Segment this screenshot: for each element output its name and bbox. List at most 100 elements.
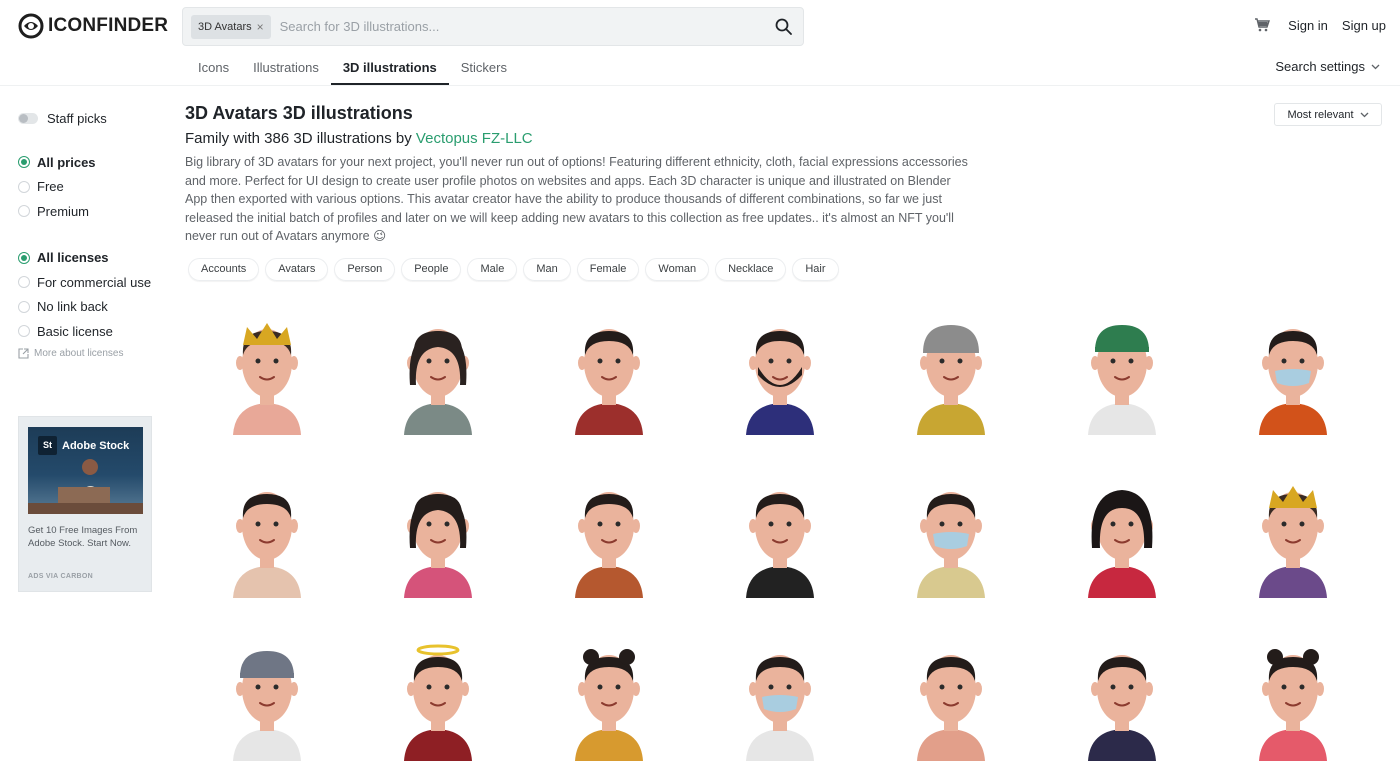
- radio-label: Free: [37, 179, 64, 195]
- search-icon: [775, 18, 792, 35]
- tag-chip[interactable]: People: [401, 257, 462, 281]
- radio-button[interactable]: [18, 325, 30, 338]
- avatar-illustration[interactable]: [1218, 626, 1368, 767]
- logo-text: ICONFINDER: [48, 15, 169, 36]
- search-input[interactable]: [279, 19, 763, 34]
- avatar-illustration[interactable]: [363, 463, 513, 613]
- tag-chip[interactable]: Female: [576, 257, 640, 281]
- avatar-illustration[interactable]: [534, 463, 684, 613]
- avatar-image: [575, 492, 643, 598]
- radio-no-link-back[interactable]: No link back: [18, 295, 168, 320]
- radio-label: Premium: [37, 203, 90, 219]
- avatar-illustration[interactable]: [1218, 463, 1368, 613]
- avatar-illustration[interactable]: [876, 463, 1026, 613]
- avatar-illustration[interactable]: [192, 300, 342, 450]
- sign-in-link[interactable]: Sign in: [1288, 18, 1328, 33]
- avatar-illustration[interactable]: [705, 463, 855, 613]
- toggle-switch[interactable]: [18, 112, 38, 124]
- radio-label: No link back: [37, 299, 108, 315]
- cart-icon[interactable]: [1254, 17, 1271, 33]
- radio-basic-license[interactable]: Basic license: [18, 319, 168, 344]
- ad-via-label[interactable]: ADS VIA CARBON: [28, 573, 93, 580]
- tag-chip[interactable]: Avatars: [265, 257, 329, 281]
- tag-chip[interactable]: Man: [523, 257, 571, 281]
- avatar-image: [1259, 486, 1327, 598]
- ad-person-illustration: [28, 459, 143, 514]
- price-filter: All prices Free Premium: [18, 150, 168, 224]
- tab-icons[interactable]: Icons: [186, 52, 241, 85]
- radio-button[interactable]: [18, 300, 30, 313]
- radio-commercial-use[interactable]: For commercial use: [18, 270, 168, 295]
- avatar-illustration[interactable]: [363, 300, 513, 450]
- tag-list: Accounts Avatars Person People Male Man Female…: [188, 257, 985, 281]
- tab-3d-illustrations[interactable]: 3D illustrations: [330, 52, 449, 85]
- ad-image[interactable]: St Adobe Stock: [28, 427, 143, 514]
- radio-all-prices[interactable]: All prices: [18, 150, 168, 175]
- radio-label: Basic license: [37, 323, 113, 339]
- radio-button[interactable]: [18, 156, 30, 169]
- filter-sidebar: Staff picks All prices Free Premium All …: [18, 108, 168, 359]
- license-filter: All licenses For commercial use No link …: [18, 246, 168, 359]
- tag-chip[interactable]: Necklace: [715, 257, 787, 281]
- avatar-image: [1088, 490, 1156, 598]
- avatar-illustration[interactable]: [1047, 463, 1197, 613]
- radio-button[interactable]: [18, 180, 30, 193]
- family-description: Big library of 3D avatars for your next …: [185, 155, 968, 244]
- search-settings-button[interactable]: Search settings: [1275, 59, 1380, 74]
- avatar-image: [1088, 655, 1156, 761]
- tag-chip[interactable]: Person: [334, 257, 396, 281]
- header-actions: Sign in Sign up: [1254, 17, 1386, 33]
- sign-up-link[interactable]: Sign up: [1342, 18, 1386, 33]
- avatar-image: [917, 655, 985, 761]
- avatar-image: [746, 492, 814, 598]
- category-tabs: Icons Illustrations 3D illustrations Sti…: [186, 52, 519, 85]
- more-about-licenses-label: More about licenses: [34, 347, 124, 359]
- avatar-image: [233, 492, 301, 598]
- ad-text: Get 10 Free Images From Adobe Stock. Sta…: [28, 525, 138, 549]
- avatar-illustration[interactable]: [1047, 300, 1197, 450]
- radio-free[interactable]: Free: [18, 175, 168, 200]
- chevron-down-icon: [1360, 112, 1368, 117]
- carbon-ad[interactable]: St Adobe Stock Get 10 Free Images From A…: [18, 416, 152, 592]
- avatar-image: [1259, 329, 1327, 435]
- avatar-illustration[interactable]: [1218, 300, 1368, 450]
- avatar-image: [233, 323, 301, 435]
- chip-remove-icon[interactable]: ×: [257, 20, 264, 34]
- tag-chip[interactable]: Accounts: [188, 257, 260, 281]
- radio-button[interactable]: [18, 205, 30, 218]
- logo[interactable]: ICONFINDER: [18, 13, 168, 39]
- tab-illustrations[interactable]: Illustrations: [241, 52, 331, 85]
- avatar-image: [917, 325, 985, 435]
- search-filter-chip[interactable]: 3D Avatars ×: [191, 14, 271, 39]
- avatar-illustration[interactable]: [192, 463, 342, 613]
- avatar-illustration[interactable]: [534, 300, 684, 450]
- tag-chip[interactable]: Male: [467, 257, 518, 281]
- avatar-image: [917, 492, 985, 598]
- avatar-illustration[interactable]: [1047, 626, 1197, 767]
- staff-picks-toggle[interactable]: Staff picks: [18, 108, 168, 128]
- sort-dropdown[interactable]: Most relevant: [1274, 103, 1382, 126]
- tab-stickers[interactable]: Stickers: [449, 52, 519, 85]
- avatar-image: [1259, 649, 1327, 761]
- tag-chip[interactable]: Woman: [645, 257, 710, 281]
- tag-chip[interactable]: Hair: [792, 257, 839, 281]
- avatar-illustration[interactable]: [192, 626, 342, 767]
- avatar-illustration[interactable]: [876, 300, 1026, 450]
- avatar-illustration[interactable]: [534, 626, 684, 767]
- avatar-illustration[interactable]: [363, 626, 513, 767]
- radio-label: All prices: [37, 154, 96, 170]
- staff-picks-label: Staff picks: [47, 110, 107, 126]
- author-link[interactable]: Vectopus FZ-LLC: [416, 130, 533, 147]
- more-about-licenses-link[interactable]: More about licenses: [18, 348, 168, 359]
- radio-premium[interactable]: Premium: [18, 199, 168, 224]
- radio-button[interactable]: [18, 251, 30, 264]
- avatar-image: [404, 644, 472, 761]
- search-button[interactable]: [763, 8, 803, 45]
- page-title: 3D Avatars 3D illustrations: [185, 103, 413, 123]
- avatar-illustration[interactable]: [705, 300, 855, 450]
- avatar-illustration[interactable]: [876, 626, 1026, 767]
- avatar-illustration[interactable]: [705, 626, 855, 767]
- radio-button[interactable]: [18, 276, 30, 289]
- radio-all-licenses[interactable]: All licenses: [18, 246, 168, 271]
- sort-label: Most relevant: [1287, 108, 1354, 121]
